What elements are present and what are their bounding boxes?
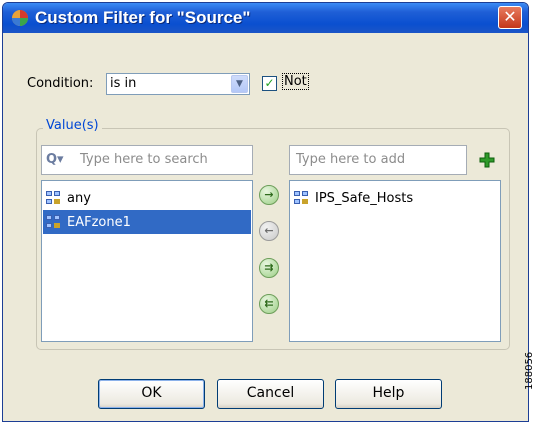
add-icon[interactable] xyxy=(479,152,495,168)
condition-select[interactable]: is in ▼ xyxy=(106,73,250,95)
move-right-icon: → xyxy=(264,188,274,201)
search-icon[interactable]: Q▾ xyxy=(46,152,64,167)
ok-button[interactable]: OK xyxy=(98,379,205,409)
add-placeholder: Type here to add xyxy=(296,152,406,167)
not-checkbox[interactable]: ✓ xyxy=(262,76,277,91)
custom-filter-dialog: Custom Filter for "Source" ✕ Condition: … xyxy=(2,2,529,422)
checkmark-icon: ✓ xyxy=(264,76,275,90)
list-item[interactable]: EAFzone1 xyxy=(43,210,251,234)
list-item-label: any xyxy=(67,190,91,206)
search-placeholder: Type here to search xyxy=(80,152,208,167)
close-icon: ✕ xyxy=(503,7,517,26)
network-object-icon xyxy=(294,191,308,204)
add-input[interactable]: Type here to add xyxy=(289,145,467,175)
available-list[interactable]: any EAFzone1 xyxy=(41,180,253,342)
list-item[interactable]: IPS_Safe_Hosts xyxy=(291,186,499,210)
not-label[interactable]: Not xyxy=(282,73,309,90)
move-right-button[interactable]: → xyxy=(259,185,279,205)
move-all-left-icon: ⇇ xyxy=(264,297,274,310)
condition-label: Condition: xyxy=(27,76,94,91)
move-all-right-icon: ⇉ xyxy=(264,261,274,274)
chosen-list[interactable]: IPS_Safe_Hosts xyxy=(289,180,501,342)
window-title: Custom Filter for "Source" xyxy=(35,8,251,27)
close-button[interactable]: ✕ xyxy=(498,6,522,29)
app-icon xyxy=(12,10,28,26)
condition-value: is in xyxy=(110,76,137,91)
move-all-right-button[interactable]: ⇉ xyxy=(259,258,279,278)
help-button[interactable]: Help xyxy=(335,379,442,409)
move-left-button[interactable]: ← xyxy=(259,221,279,241)
values-group-title: Value(s) xyxy=(43,118,102,133)
list-item-label: EAFzone1 xyxy=(67,214,131,230)
move-all-left-button[interactable]: ⇇ xyxy=(259,294,279,314)
title-bar[interactable]: Custom Filter for "Source" ✕ xyxy=(3,3,528,33)
list-item[interactable]: any xyxy=(43,186,251,210)
chevron-down-icon[interactable]: ▼ xyxy=(231,75,248,93)
figure-number: 188056 xyxy=(524,351,535,390)
network-object-icon xyxy=(46,191,60,204)
network-object-icon xyxy=(46,215,60,228)
cancel-button[interactable]: Cancel xyxy=(217,379,324,409)
list-item-label: IPS_Safe_Hosts xyxy=(315,190,414,206)
move-left-icon: ← xyxy=(264,224,274,237)
search-input[interactable]: Q▾ Type here to search xyxy=(41,145,253,175)
